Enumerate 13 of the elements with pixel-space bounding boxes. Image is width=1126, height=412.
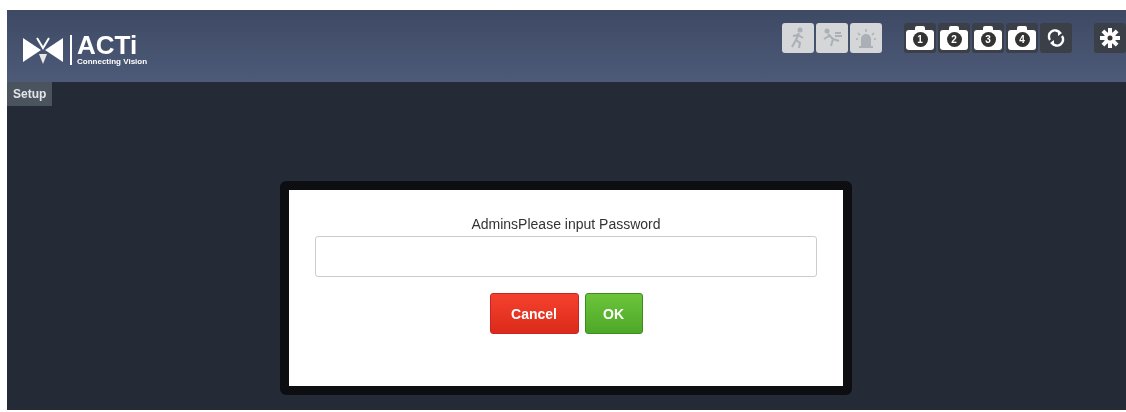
logo-tagline: Connecting Vision: [77, 57, 148, 67]
camera-button[interactable]: 3: [972, 23, 1004, 53]
refresh-icon[interactable]: [1040, 23, 1072, 53]
setup-tab[interactable]: Setup: [7, 82, 53, 106]
settings-icon[interactable]: [1094, 23, 1126, 53]
camera-button[interactable]: 1: [904, 23, 936, 53]
camera-button[interactable]: 2: [938, 23, 970, 53]
password-field[interactable]: [315, 236, 817, 277]
butterfly-logo-icon: [21, 35, 65, 65]
cancel-button[interactable]: Cancel: [489, 293, 579, 334]
camera-button[interactable]: 4: [1006, 23, 1038, 53]
dialog-title: AdminsPlease input Password: [471, 216, 661, 232]
logo-wordmark: ACTi: [77, 33, 138, 57]
